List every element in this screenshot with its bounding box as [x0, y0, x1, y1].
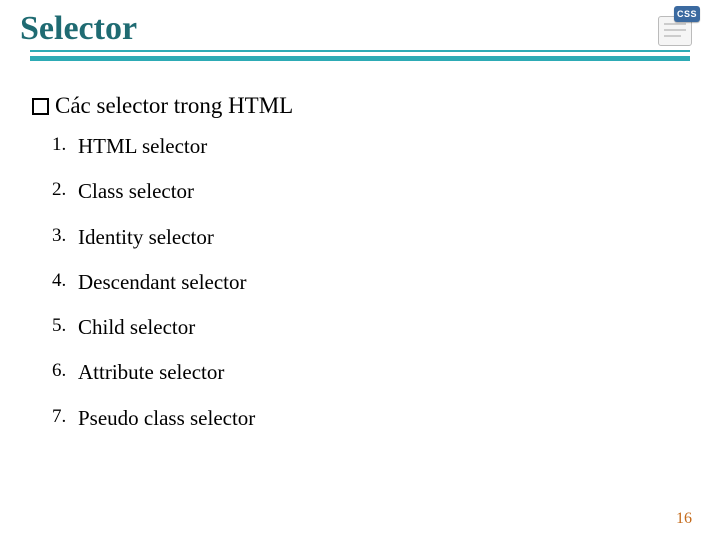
- list-item: Child selector: [78, 314, 680, 341]
- list-item: Pseudo class selector: [78, 405, 680, 432]
- css-badge-label: CSS: [674, 6, 700, 22]
- list-item: Class selector: [78, 178, 680, 205]
- list-item: Attribute selector: [78, 359, 680, 386]
- slide-header: Selector CSS: [0, 0, 720, 69]
- divider-thin: [30, 50, 690, 52]
- css-file-icon: CSS: [656, 6, 700, 48]
- square-bullet-icon: [32, 98, 49, 115]
- selector-list: HTML selector Class selector Identity se…: [32, 133, 680, 432]
- content-heading: Các selector trong HTML: [55, 93, 293, 119]
- list-item: Identity selector: [78, 224, 680, 251]
- page-number: 16: [676, 510, 692, 528]
- list-item: Descendant selector: [78, 269, 680, 296]
- content-heading-row: Các selector trong HTML: [32, 93, 680, 119]
- slide-content: Các selector trong HTML HTML selector Cl…: [0, 69, 720, 432]
- divider-thick: [30, 56, 690, 61]
- list-item: HTML selector: [78, 133, 680, 160]
- slide-title: Selector: [20, 10, 700, 48]
